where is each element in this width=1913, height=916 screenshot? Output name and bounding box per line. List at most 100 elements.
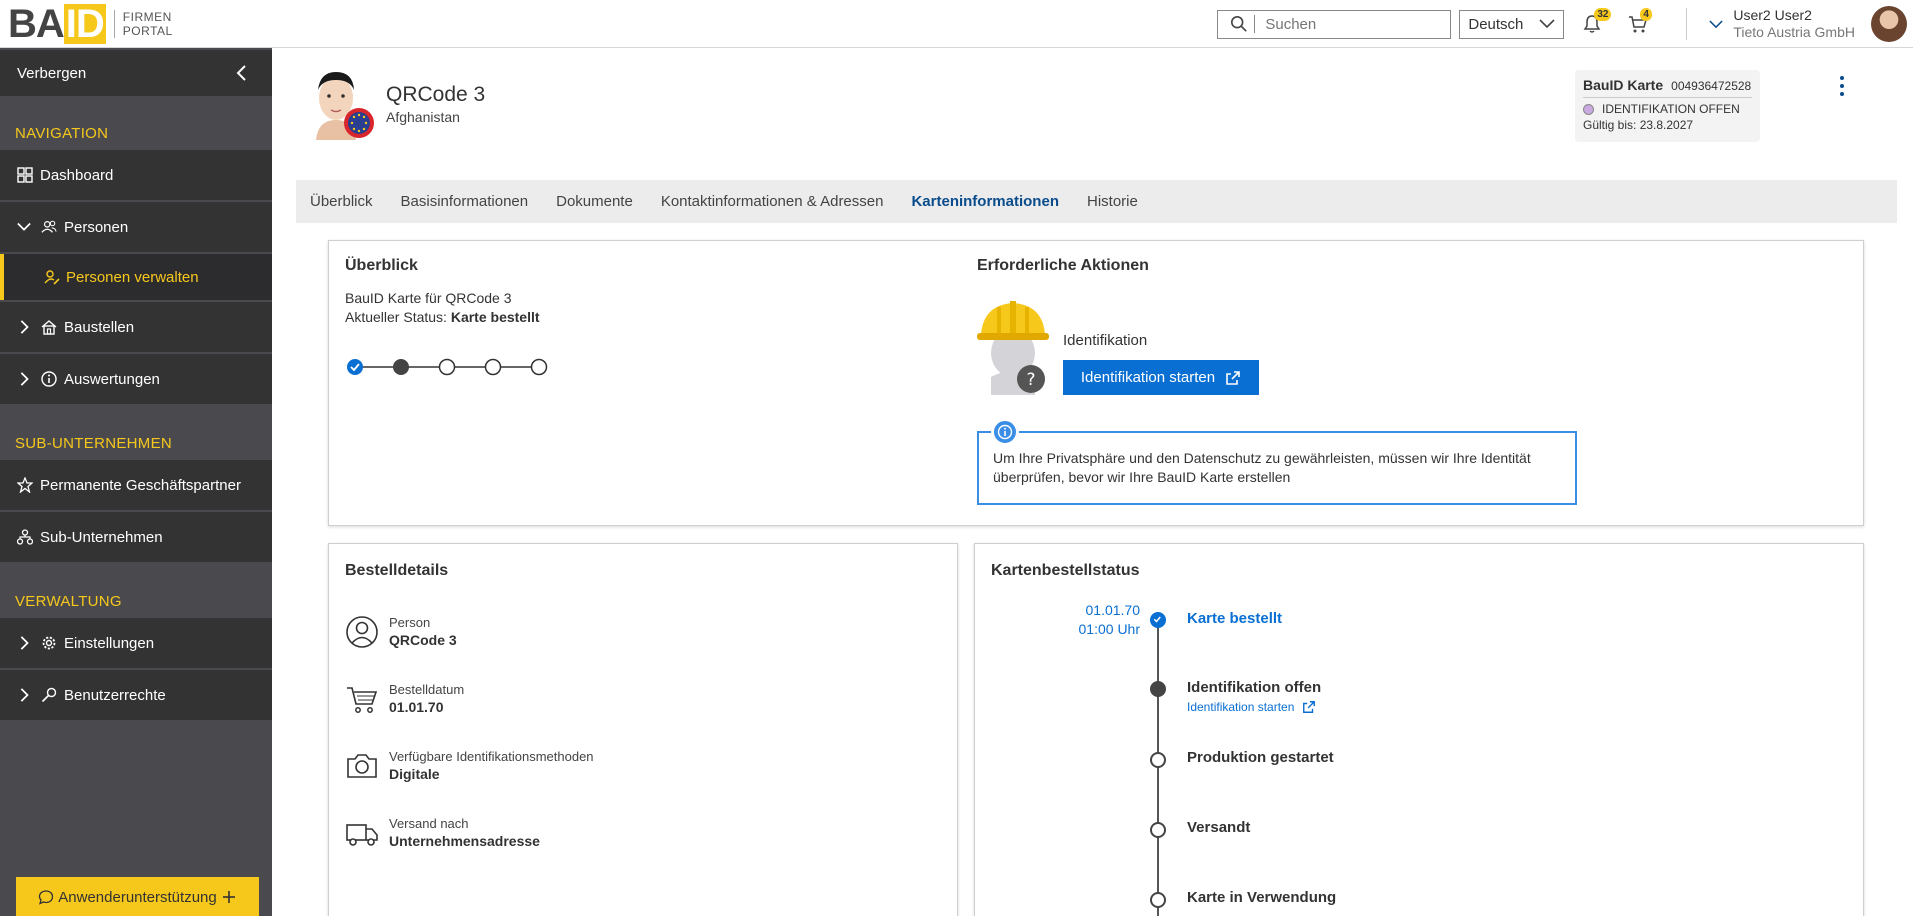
start-identification-button[interactable]: Identifikation starten bbox=[1063, 360, 1259, 395]
timeline-line bbox=[1157, 624, 1159, 916]
logo[interactable]: BA ID FIRMEN PORTAL bbox=[0, 0, 173, 48]
sidebar-item-label: Personen verwalten bbox=[66, 268, 199, 286]
tab-dokumente[interactable]: Dokumente bbox=[556, 193, 633, 210]
tab-kontaktinformationen[interactable]: Kontaktinformationen & Adressen bbox=[661, 193, 884, 210]
logo-text-id: ID bbox=[63, 1, 106, 46]
sidebar-item-personen-verwalten[interactable]: Personen verwalten bbox=[0, 254, 272, 300]
tab-karteninformationen[interactable]: Karteninformationen bbox=[911, 193, 1059, 210]
info-icon bbox=[41, 371, 57, 387]
chevron-down-icon bbox=[1709, 19, 1724, 28]
chevron-right-icon bbox=[20, 372, 29, 386]
tab-bar: Überblick Basisinformationen Dokumente K… bbox=[296, 180, 1897, 223]
step-open bbox=[530, 358, 548, 376]
privacy-info-text: Um Ihre Privatsphäre und den Datenschutz… bbox=[993, 450, 1531, 485]
sidebar-item-label: Permanente Geschäftspartner bbox=[40, 476, 241, 494]
language-value: Deutsch bbox=[1468, 15, 1524, 33]
order-date: Bestelldatum 01.01.70 bbox=[345, 681, 464, 716]
status-badge: IDENTIFIKATION OFFEN bbox=[1602, 102, 1740, 116]
order-date-label: Bestelldatum bbox=[389, 682, 465, 697]
logo-subtitle: FIRMEN PORTAL bbox=[113, 9, 173, 38]
overview-status-line: Aktueller Status: Karte bestellt bbox=[345, 308, 540, 327]
tab-historie[interactable]: Historie bbox=[1087, 193, 1138, 210]
sidebar-item-personen[interactable]: Personen bbox=[0, 202, 272, 252]
key-icon bbox=[41, 687, 57, 703]
required-actions: Erforderliche Aktionen ? Identifikation … bbox=[977, 257, 1259, 395]
search-separator bbox=[1254, 15, 1256, 33]
avatar[interactable] bbox=[1871, 6, 1907, 42]
status-prefix: Aktueller Status: bbox=[345, 309, 451, 325]
gear-icon bbox=[42, 636, 56, 650]
cart-badge: 4 bbox=[1640, 8, 1652, 21]
order-date-value: 01.01.70 bbox=[389, 699, 444, 715]
user-edit-icon bbox=[44, 270, 60, 285]
svg-text:?: ? bbox=[1026, 370, 1035, 390]
user-name: User2 User2 bbox=[1733, 7, 1812, 23]
status-date: 01.01.70 bbox=[1085, 602, 1141, 618]
card-number: 004936472528 bbox=[1671, 79, 1752, 93]
sidebar: Verbergen NAVIGATION Dashboard Personen … bbox=[0, 48, 272, 916]
plus-icon bbox=[222, 891, 235, 903]
search-box[interactable] bbox=[1217, 9, 1452, 39]
user-menu[interactable]: User2 User2 Tieto Austria GmbH bbox=[1709, 6, 1913, 42]
header-divider bbox=[1686, 8, 1688, 40]
truck-icon bbox=[346, 823, 378, 846]
search-icon bbox=[1231, 15, 1248, 32]
logo-mark: BA ID bbox=[8, 1, 106, 46]
person-photo bbox=[306, 68, 376, 140]
sidebar-item-dashboard[interactable]: Dashboard bbox=[0, 150, 272, 200]
sidebar-hide-label: Verbergen bbox=[17, 64, 87, 82]
card-valid-until: Gültig bis: 23.8.2027 bbox=[1583, 118, 1694, 132]
more-options-icon[interactable] bbox=[1833, 74, 1851, 98]
language-select[interactable]: Deutsch bbox=[1459, 9, 1565, 39]
tab-basisinformationen[interactable]: Basisinformationen bbox=[401, 193, 529, 210]
timeline-node-done bbox=[1150, 612, 1166, 628]
support-button[interactable]: Anwenderunterstützung bbox=[16, 877, 259, 916]
timeline-node-current bbox=[1150, 681, 1166, 697]
sidebar-item-auswertungen[interactable]: Auswertungen bbox=[0, 354, 272, 404]
order-details-title: Bestelldetails bbox=[345, 562, 449, 579]
sidebar-item-benutzerrechte[interactable]: Benutzerrechte bbox=[0, 670, 272, 720]
timeline-identification-link[interactable]: Identifikation starten bbox=[1187, 700, 1316, 714]
timeline-node-open bbox=[1150, 822, 1166, 838]
sidebar-item-partner[interactable]: Permanente Geschäftspartner bbox=[0, 460, 272, 510]
sidebar-item-label: Einstellungen bbox=[64, 634, 155, 652]
user-info: User2 User2 Tieto Austria GmbH bbox=[1733, 7, 1855, 41]
sidebar-section-navigation: NAVIGATION bbox=[15, 125, 109, 142]
overview-title: Überblick bbox=[345, 257, 418, 274]
main-content: QRCode 3 Afghanistan BauID Karte 0049364… bbox=[272, 48, 1913, 916]
progress-stepper bbox=[347, 358, 548, 376]
order-person: Person QRCode 3 bbox=[345, 614, 457, 649]
search-input[interactable] bbox=[1265, 15, 1436, 33]
card-summary-title: BauID Karte bbox=[1583, 77, 1664, 93]
helmet-person-icon: ? bbox=[977, 301, 1049, 395]
order-methods: Verfügbare Identifikationsmethoden Digit… bbox=[345, 748, 594, 783]
external-link-icon bbox=[1303, 701, 1316, 713]
notifications-button[interactable]: 32 bbox=[1582, 8, 1612, 36]
profile-country: Afghanistan bbox=[386, 109, 460, 125]
step-open bbox=[438, 358, 456, 376]
logo-text-ba: BA bbox=[8, 1, 65, 46]
users-icon bbox=[41, 220, 57, 233]
sidebar-item-subunternehmen[interactable]: Sub-Unternehmen bbox=[0, 512, 272, 562]
sidebar-hide-button[interactable]: Verbergen bbox=[0, 50, 272, 96]
hierarchy-icon bbox=[17, 529, 33, 545]
privacy-info-box: Um Ihre Privatsphäre und den Datenschutz… bbox=[977, 418, 1577, 505]
card-status-row: IDENTIFIKATION OFFEN bbox=[1583, 102, 1752, 116]
chevron-down-icon bbox=[17, 222, 31, 231]
order-shipping: Versand nach Unternehmensadresse bbox=[345, 815, 540, 850]
sidebar-item-baustellen[interactable]: Baustellen bbox=[0, 302, 272, 352]
chevron-right-icon bbox=[20, 636, 29, 650]
step-open bbox=[484, 358, 502, 376]
home-icon bbox=[41, 320, 57, 335]
timeline-step-ordered: Karte bestellt bbox=[1187, 610, 1283, 627]
chat-icon bbox=[39, 890, 54, 905]
tab-ueberblick[interactable]: Überblick bbox=[310, 193, 373, 210]
chevron-right-icon bbox=[20, 688, 29, 702]
support-label: Anwenderunterstützung bbox=[58, 888, 217, 906]
cart-button[interactable]: 4 bbox=[1628, 8, 1656, 36]
grid-icon bbox=[17, 167, 33, 183]
sidebar-item-einstellungen[interactable]: Einstellungen bbox=[0, 618, 272, 668]
step-done bbox=[347, 359, 363, 375]
timeline-step-production: Produktion gestartet bbox=[1187, 749, 1334, 766]
card-summary-header: BauID Karte 004936472528 bbox=[1583, 77, 1752, 98]
